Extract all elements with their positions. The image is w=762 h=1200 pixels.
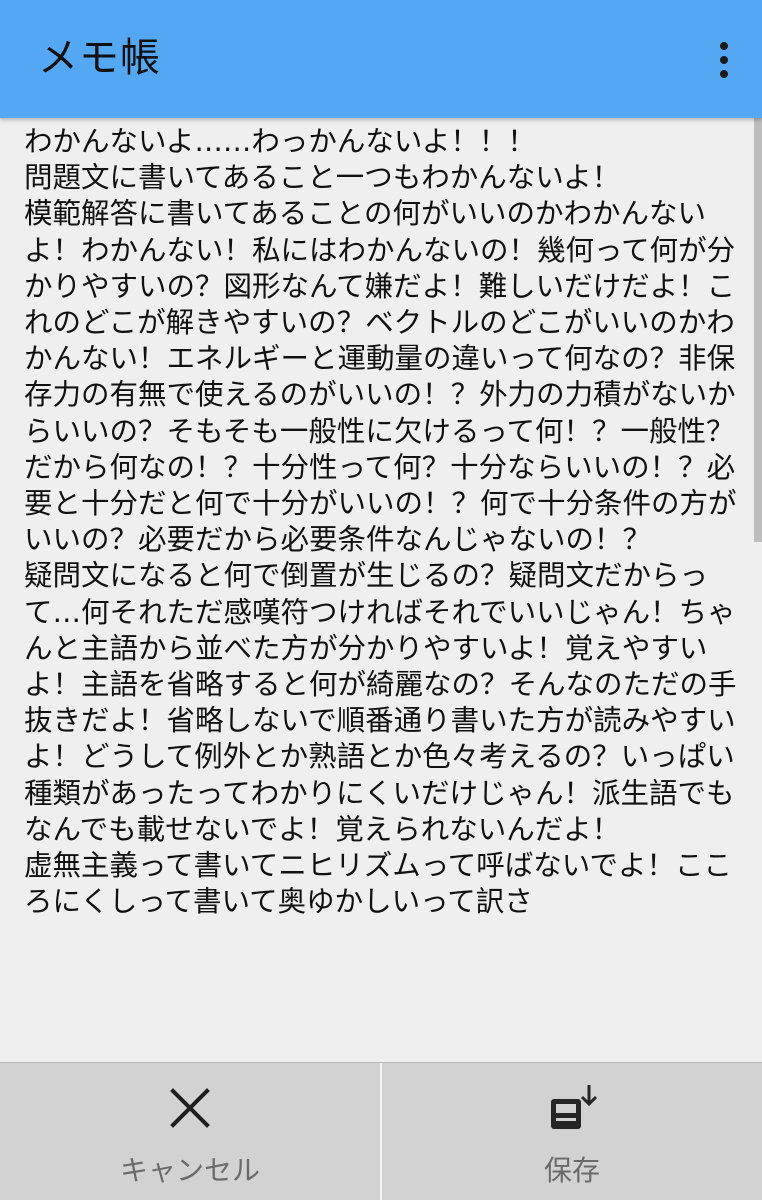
memo-editor[interactable]: わかんないよ……わっかんないよ！！！ 問題文に書いてあること一つもわかんないよ！… [0,118,762,1062]
bottom-action-bar: キャンセル 保存 [0,1062,762,1200]
save-button[interactable]: 保存 [380,1063,762,1200]
save-to-storage-icon [551,1085,597,1129]
cancel-button[interactable]: キャンセル [0,1063,380,1200]
vertical-scrollbar[interactable] [754,118,762,542]
app-bar: メモ帳 [0,0,762,118]
menu-dot [720,56,728,64]
more-vertical-icon[interactable] [712,38,736,82]
save-button-label: 保存 [543,1154,600,1187]
menu-dot [720,70,728,78]
app-title: メモ帳 [38,35,161,81]
close-icon [170,1088,210,1128]
memo-text-area[interactable]: わかんないよ……わっかんないよ！！！ 問題文に書いてあること一つもわかんないよ！… [24,124,750,920]
cancel-button-label: キャンセル [119,1154,260,1187]
memo-app: メモ帳 わかんないよ……わっかんないよ！！！ 問題文に書いてあること一つもわかん… [0,0,762,1200]
menu-dot [720,42,728,50]
